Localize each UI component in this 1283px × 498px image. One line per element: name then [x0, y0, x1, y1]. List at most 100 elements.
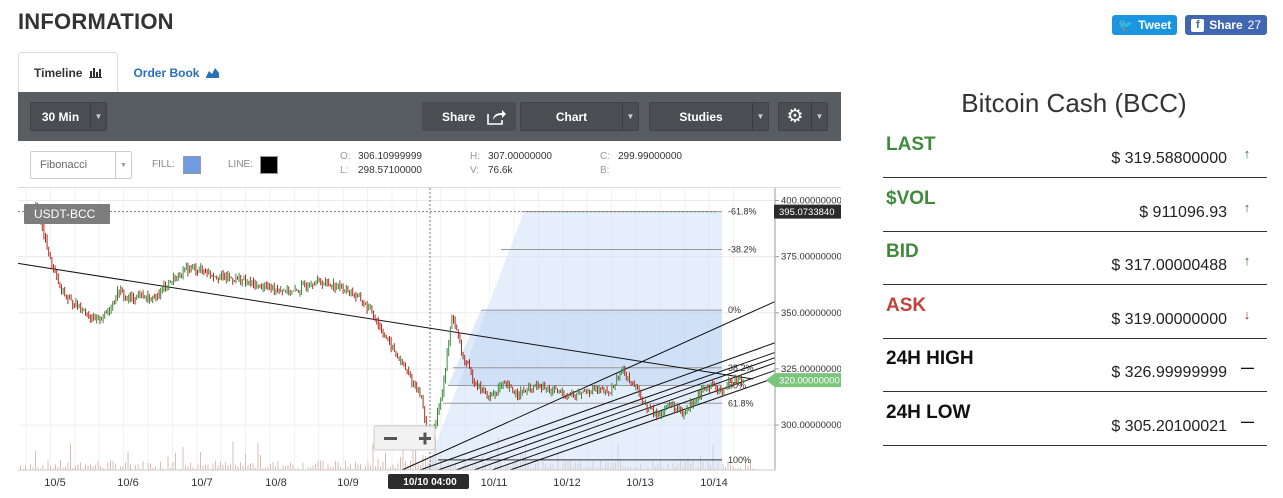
volume-bar — [347, 466, 349, 470]
volume-bar — [127, 451, 129, 470]
volume-bar — [80, 462, 81, 470]
volume-bar — [417, 463, 419, 470]
volume-bar — [410, 460, 411, 470]
volume-bar — [367, 462, 369, 470]
volume-bar — [247, 465, 249, 470]
ticker-title: Bitcoin Cash (BCC) — [961, 88, 1187, 118]
chevron-down-icon: ▼ — [115, 152, 131, 178]
price-chart-svg[interactable]: -61.8%-38.2%0%38.2%50%61.8%100%400.00000… — [18, 188, 841, 494]
share-count: 27 — [1247, 18, 1261, 32]
volume-bar — [142, 461, 144, 470]
volume-bar — [272, 461, 274, 470]
volume-bar — [422, 454, 424, 470]
volume-bar — [217, 465, 219, 470]
volume-bar — [350, 464, 351, 470]
ticker-value: $ 326.99999999 — [1111, 364, 1227, 381]
volume-bar — [220, 461, 221, 470]
fib-fill-region — [448, 310, 722, 386]
volume-bar — [25, 465, 26, 470]
zoom-out-icon[interactable] — [384, 437, 397, 440]
volume-bar — [227, 464, 229, 470]
ohlc-open: O: 306.10999999 — [340, 151, 422, 162]
tab-order-book[interactable]: Order Book — [118, 52, 234, 93]
ticker-value: $ 317.00000488 — [1111, 257, 1227, 274]
volume-bar — [392, 464, 394, 470]
chart-type-dropdown[interactable]: Chart ▼ — [520, 102, 639, 131]
ohlc-b: B: — [600, 165, 610, 176]
ticker-value: $ 319.00000000 — [1111, 310, 1227, 328]
ticker-row-24h-high: 24H HIGH $ 326.99999999 — — [883, 338, 1267, 392]
volume-bar — [245, 453, 246, 470]
zoom-in-icon[interactable] — [423, 432, 427, 445]
volume-bar — [237, 466, 239, 470]
page-title: INFORMATION — [18, 9, 174, 34]
chevron-down-icon: ▼ — [752, 103, 768, 130]
volume-bar — [335, 460, 336, 470]
volume-bar — [167, 456, 169, 470]
volume-bar — [182, 446, 184, 470]
volume-bar — [270, 464, 271, 470]
price-chart[interactable]: -61.8% -38.2% 0% 38.2% 50% 61.8% 100% 400.00000… — [18, 188, 841, 494]
volume-bar — [110, 460, 111, 470]
volume-bar — [55, 464, 56, 470]
volume-bar — [317, 460, 319, 470]
x-tick-label: 10/11 — [481, 477, 508, 489]
volume-bar — [222, 465, 224, 470]
interval-dropdown[interactable]: 30 Min ▼ — [30, 102, 107, 131]
settings-dropdown[interactable]: ⚙ ▼ — [778, 102, 828, 131]
volume-bar — [385, 453, 386, 470]
volume-bar — [282, 465, 284, 470]
volume-bar — [30, 464, 31, 470]
volume-bar — [357, 464, 359, 470]
volume-bar — [207, 464, 209, 470]
ticker-row-ask: ASK $ 319.00000000 ↓ — [883, 285, 1267, 339]
volume-bar — [230, 463, 231, 470]
x-tick-label: 10/14 — [700, 477, 728, 489]
facebook-share-button[interactable]: f Share 27 — [1185, 15, 1267, 35]
bar-chart-icon — [89, 68, 103, 78]
dash-icon: — — [1241, 413, 1254, 429]
volume-bar — [85, 464, 86, 470]
x-tick-label: 10/13 — [626, 477, 654, 489]
fill-color-swatch[interactable] — [183, 156, 201, 174]
studies-dropdown[interactable]: Studies ▼ — [649, 102, 769, 131]
y-tick-label: 375.00000000 — [781, 252, 841, 263]
volume-bar — [252, 463, 254, 470]
ticker-label: ASK — [886, 294, 927, 316]
ticker-label: BID — [886, 241, 919, 262]
volume-bar — [150, 463, 151, 470]
x-tick-label: 10/5 — [44, 477, 65, 489]
ticker-label: LAST — [886, 134, 936, 155]
volume-bar — [212, 463, 214, 470]
ticker-label: 24H LOW — [886, 401, 971, 423]
ticker-row-bid: BID $ 317.00000488 ↑ — [883, 231, 1267, 285]
volume-bar — [315, 463, 316, 470]
social-buttons: 🐦 Tweet f Share 27 — [1112, 15, 1267, 35]
volume-bar — [125, 462, 126, 470]
volume-bar — [200, 451, 201, 470]
last-price-label: 320.00000000 — [779, 376, 840, 387]
ticker-value: $ 319.58800000 — [1111, 150, 1227, 167]
chevron-down-icon: ▼ — [811, 103, 827, 130]
crosshair-time-label: 10/10 04:00 — [403, 477, 457, 488]
volume-bar — [70, 443, 71, 470]
volume-bar — [107, 462, 109, 470]
fib-level-label: 0% — [728, 305, 741, 315]
gear-icon: ⚙ — [786, 106, 804, 127]
x-tick-label: 10/7 — [191, 477, 212, 489]
tweet-button[interactable]: 🐦 Tweet — [1112, 15, 1178, 35]
fib-level-label: -38.2% — [728, 244, 757, 254]
tab-timeline[interactable]: Timeline — [18, 52, 119, 93]
arrow-up-icon: ↑ — [1243, 146, 1251, 161]
volume-bar — [120, 466, 121, 470]
volume-bar — [185, 465, 186, 470]
volume-bar — [160, 461, 161, 470]
chart-tabs: Timeline Order Book — [18, 52, 234, 93]
volume-bar — [257, 442, 259, 470]
ohlc-volume: V: 76.6k — [470, 165, 513, 176]
share-chart-button[interactable]: Share — [422, 102, 516, 131]
x-tick-label: 10/12 — [553, 477, 581, 489]
volume-bar — [360, 463, 361, 470]
line-color-swatch[interactable] — [260, 156, 278, 174]
drawing-tool-select[interactable]: Fibonacci ▼ — [30, 151, 132, 179]
